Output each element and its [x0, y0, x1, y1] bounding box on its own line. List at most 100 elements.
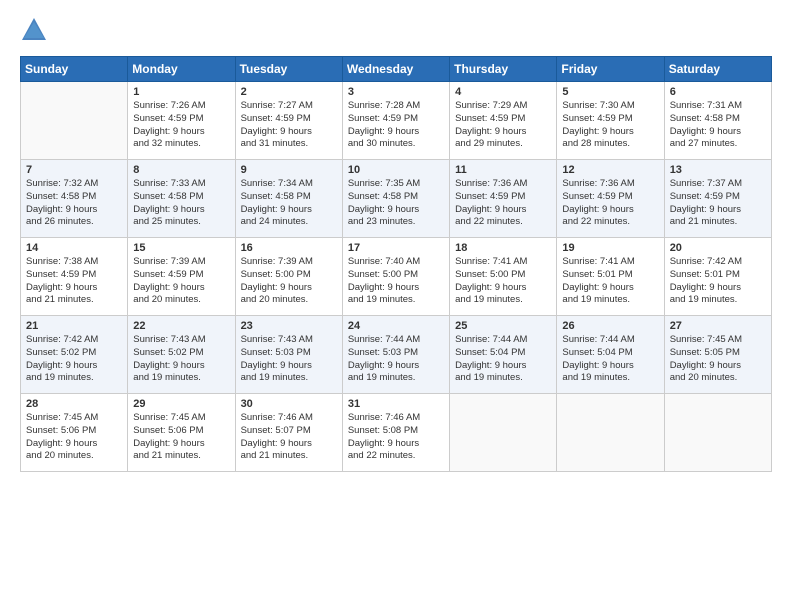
- day-info: Sunrise: 7:38 AM Sunset: 4:59 PM Dayligh…: [26, 256, 122, 307]
- day-info: Sunrise: 7:29 AM Sunset: 4:59 PM Dayligh…: [455, 100, 551, 151]
- calendar-cell: 28Sunrise: 7:45 AM Sunset: 5:06 PM Dayli…: [21, 394, 128, 472]
- day-info: Sunrise: 7:34 AM Sunset: 4:58 PM Dayligh…: [241, 178, 337, 229]
- day-info: Sunrise: 7:32 AM Sunset: 4:58 PM Dayligh…: [26, 178, 122, 229]
- calendar-body: 1 Sunrise: 7:26 AM Sunset: 4:59 PM Daylig…: [21, 82, 772, 472]
- calendar-cell: 18 Sunrise: 7:41 AM Sunset: 5:00 PM Dayli…: [450, 238, 557, 316]
- day-info: Sunrise: 7:43 AM Sunset: 5:03 PM Dayligh…: [241, 334, 337, 385]
- day-info: Sunrise: 7:42 AM Sunset: 5:02 PM Dayligh…: [26, 334, 122, 385]
- calendar-cell: 31Sunrise: 7:46 AM Sunset: 5:08 PM Dayli…: [342, 394, 449, 472]
- calendar-cell: 1 Sunrise: 7:26 AM Sunset: 4:59 PM Daylig…: [128, 82, 235, 160]
- day-info: Sunrise: 7:30 AM Sunset: 4:59 PM Dayligh…: [562, 100, 658, 151]
- day-number: 28: [26, 398, 122, 410]
- day-number: 8: [133, 164, 229, 176]
- calendar-cell: 9 Sunrise: 7:34 AM Sunset: 4:58 PM Daylig…: [235, 160, 342, 238]
- day-info: Sunrise: 7:31 AM Sunset: 4:58 PM Dayligh…: [670, 100, 766, 151]
- calendar-cell: [450, 394, 557, 472]
- weekday-header-thursday: Thursday: [450, 57, 557, 82]
- day-info: Sunrise: 7:40 AM Sunset: 5:00 PM Dayligh…: [348, 256, 444, 307]
- logo-icon: [20, 16, 48, 44]
- day-number: 20: [670, 242, 766, 254]
- calendar-cell: 3Sunrise: 7:28 AM Sunset: 4:59 PM Daylig…: [342, 82, 449, 160]
- calendar-cell: 15Sunrise: 7:39 AM Sunset: 4:59 PM Dayli…: [128, 238, 235, 316]
- calendar-cell: 12Sunrise: 7:36 AM Sunset: 4:59 PM Dayli…: [557, 160, 664, 238]
- calendar-week-4: 21 Sunrise: 7:42 AM Sunset: 5:02 PM Dayli…: [21, 316, 772, 394]
- weekday-header-monday: Monday: [128, 57, 235, 82]
- calendar-cell: 8 Sunrise: 7:33 AM Sunset: 4:58 PM Daylig…: [128, 160, 235, 238]
- calendar-cell: 7 Sunrise: 7:32 AM Sunset: 4:58 PM Daylig…: [21, 160, 128, 238]
- day-number: 4: [455, 86, 551, 98]
- day-number: 16: [241, 242, 337, 254]
- day-number: 19: [562, 242, 658, 254]
- day-info: Sunrise: 7:41 AM Sunset: 5:01 PM Dayligh…: [562, 256, 658, 307]
- day-number: 29: [133, 398, 229, 410]
- day-info: Sunrise: 7:44 AM Sunset: 5:03 PM Dayligh…: [348, 334, 444, 385]
- day-number: 31: [348, 398, 444, 410]
- calendar-cell: 13 Sunrise: 7:37 AM Sunset: 4:59 PM Dayli…: [664, 160, 771, 238]
- day-number: 15: [133, 242, 229, 254]
- day-info: Sunrise: 7:27 AM Sunset: 4:59 PM Dayligh…: [241, 100, 337, 151]
- calendar-cell: 25 Sunrise: 7:44 AM Sunset: 5:04 PM Dayli…: [450, 316, 557, 394]
- day-number: 10: [348, 164, 444, 176]
- calendar-cell: 11Sunrise: 7:36 AM Sunset: 4:59 PM Dayli…: [450, 160, 557, 238]
- day-info: Sunrise: 7:36 AM Sunset: 4:59 PM Dayligh…: [455, 178, 551, 229]
- day-info: Sunrise: 7:44 AM Sunset: 5:04 PM Dayligh…: [455, 334, 551, 385]
- calendar-week-2: 7 Sunrise: 7:32 AM Sunset: 4:58 PM Daylig…: [21, 160, 772, 238]
- calendar-table: SundayMondayTuesdayWednesdayThursdayFrid…: [20, 56, 772, 472]
- day-number: 21: [26, 320, 122, 332]
- day-number: 7: [26, 164, 122, 176]
- day-number: 22: [133, 320, 229, 332]
- day-info: Sunrise: 7:41 AM Sunset: 5:00 PM Dayligh…: [455, 256, 551, 307]
- calendar-cell: 22 Sunrise: 7:43 AM Sunset: 5:02 PM Dayli…: [128, 316, 235, 394]
- calendar-header: SundayMondayTuesdayWednesdayThursdayFrid…: [21, 57, 772, 82]
- calendar-cell: 24 Sunrise: 7:44 AM Sunset: 5:03 PM Dayli…: [342, 316, 449, 394]
- calendar-week-1: 1 Sunrise: 7:26 AM Sunset: 4:59 PM Daylig…: [21, 82, 772, 160]
- calendar-cell: 26 Sunrise: 7:44 AM Sunset: 5:04 PM Dayli…: [557, 316, 664, 394]
- day-info: Sunrise: 7:37 AM Sunset: 4:59 PM Dayligh…: [670, 178, 766, 229]
- calendar-cell: 4 Sunrise: 7:29 AM Sunset: 4:59 PM Daylig…: [450, 82, 557, 160]
- day-info: Sunrise: 7:35 AM Sunset: 4:58 PM Dayligh…: [348, 178, 444, 229]
- calendar-cell: 27 Sunrise: 7:45 AM Sunset: 5:05 PM Dayli…: [664, 316, 771, 394]
- day-number: 13: [670, 164, 766, 176]
- day-info: Sunrise: 7:42 AM Sunset: 5:01 PM Dayligh…: [670, 256, 766, 307]
- weekday-header-row: SundayMondayTuesdayWednesdayThursdayFrid…: [21, 57, 772, 82]
- weekday-header-friday: Friday: [557, 57, 664, 82]
- calendar-cell: 16 Sunrise: 7:39 AM Sunset: 5:00 PM Dayli…: [235, 238, 342, 316]
- day-info: Sunrise: 7:44 AM Sunset: 5:04 PM Dayligh…: [562, 334, 658, 385]
- day-info: Sunrise: 7:45 AM Sunset: 5:06 PM Dayligh…: [133, 412, 229, 463]
- day-info: Sunrise: 7:33 AM Sunset: 4:58 PM Dayligh…: [133, 178, 229, 229]
- day-number: 3: [348, 86, 444, 98]
- day-number: 27: [670, 320, 766, 332]
- calendar-cell: 23 Sunrise: 7:43 AM Sunset: 5:03 PM Dayli…: [235, 316, 342, 394]
- calendar-cell: [21, 82, 128, 160]
- day-info: Sunrise: 7:26 AM Sunset: 4:59 PM Dayligh…: [133, 100, 229, 151]
- day-number: 5: [562, 86, 658, 98]
- day-info: Sunrise: 7:45 AM Sunset: 5:05 PM Dayligh…: [670, 334, 766, 385]
- day-number: 1: [133, 86, 229, 98]
- weekday-header-wednesday: Wednesday: [342, 57, 449, 82]
- calendar-cell: [557, 394, 664, 472]
- day-info: Sunrise: 7:39 AM Sunset: 5:00 PM Dayligh…: [241, 256, 337, 307]
- day-number: 26: [562, 320, 658, 332]
- day-info: Sunrise: 7:43 AM Sunset: 5:02 PM Dayligh…: [133, 334, 229, 385]
- day-number: 23: [241, 320, 337, 332]
- day-number: 25: [455, 320, 551, 332]
- weekday-header-sunday: Sunday: [21, 57, 128, 82]
- day-number: 18: [455, 242, 551, 254]
- calendar-cell: 21 Sunrise: 7:42 AM Sunset: 5:02 PM Dayli…: [21, 316, 128, 394]
- day-number: 9: [241, 164, 337, 176]
- day-number: 24: [348, 320, 444, 332]
- calendar-cell: 19 Sunrise: 7:41 AM Sunset: 5:01 PM Dayli…: [557, 238, 664, 316]
- logo: [20, 16, 52, 44]
- day-number: 2: [241, 86, 337, 98]
- day-number: 14: [26, 242, 122, 254]
- calendar-cell: 17 Sunrise: 7:40 AM Sunset: 5:00 PM Dayli…: [342, 238, 449, 316]
- calendar-cell: 10 Sunrise: 7:35 AM Sunset: 4:58 PM Dayli…: [342, 160, 449, 238]
- calendar-cell: 20 Sunrise: 7:42 AM Sunset: 5:01 PM Dayli…: [664, 238, 771, 316]
- weekday-header-saturday: Saturday: [664, 57, 771, 82]
- day-number: 17: [348, 242, 444, 254]
- calendar-cell: 6 Sunrise: 7:31 AM Sunset: 4:58 PM Daylig…: [664, 82, 771, 160]
- day-number: 6: [670, 86, 766, 98]
- day-info: Sunrise: 7:46 AM Sunset: 5:07 PM Dayligh…: [241, 412, 337, 463]
- calendar-cell: 29 Sunrise: 7:45 AM Sunset: 5:06 PM Dayli…: [128, 394, 235, 472]
- calendar-week-5: 28 Sunrise: 7:45 AM Sunset: 5:06 PM Dayli…: [21, 394, 772, 472]
